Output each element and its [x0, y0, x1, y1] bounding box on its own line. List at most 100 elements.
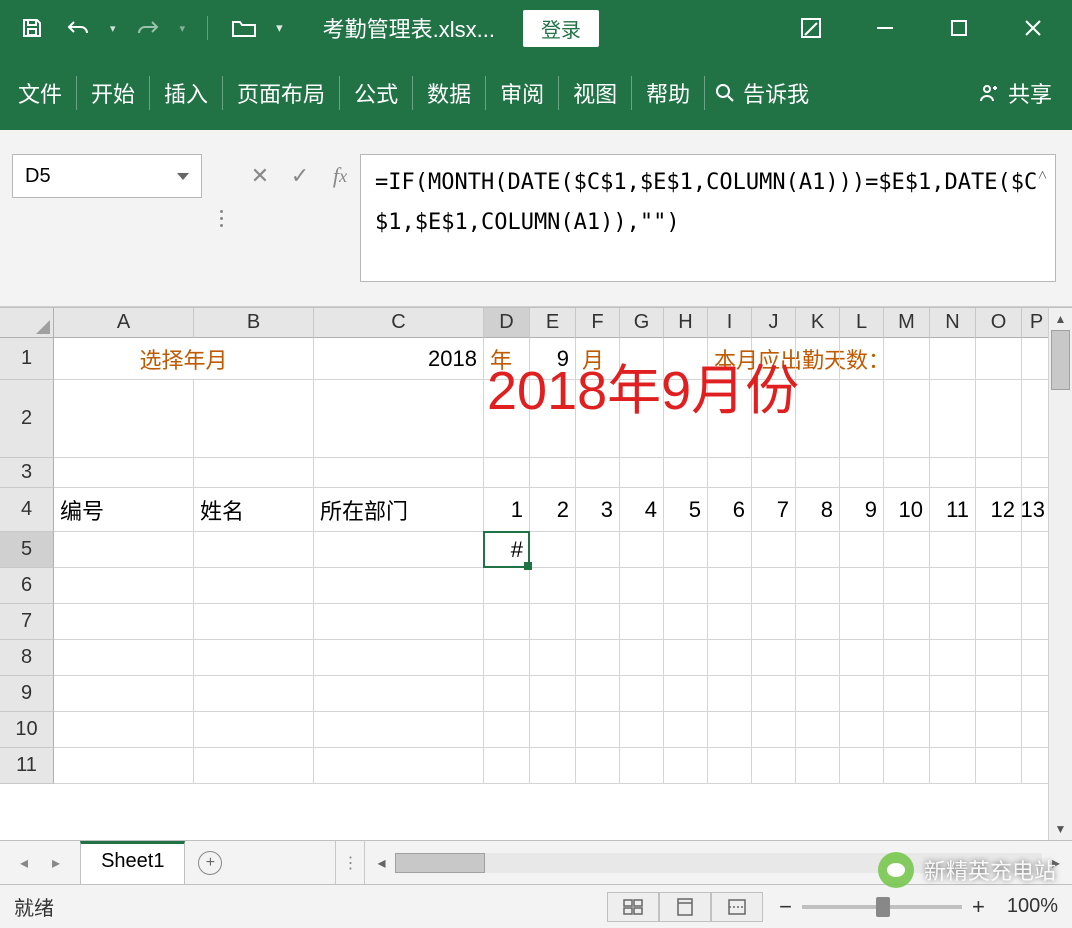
cell-A3[interactable] [54, 458, 194, 488]
cell-C2[interactable] [314, 380, 484, 458]
cell-K9[interactable] [796, 676, 840, 712]
cell-H9[interactable] [664, 676, 708, 712]
cell-N1[interactable] [930, 338, 976, 380]
cell-H3[interactable] [664, 458, 708, 488]
cell-L9[interactable] [840, 676, 884, 712]
cell-A2[interactable] [54, 380, 194, 458]
cell-J9[interactable] [752, 676, 796, 712]
view-page-break-icon[interactable] [711, 892, 763, 922]
tab-scroll-right-icon[interactable]: ▸ [52, 853, 60, 873]
row-header-2[interactable]: 2 [0, 380, 54, 458]
cell-I11[interactable] [708, 748, 752, 784]
row-header-4[interactable]: 4 [0, 488, 54, 532]
cell-H2[interactable] [664, 380, 708, 458]
cell-K11[interactable] [796, 748, 840, 784]
row-header-3[interactable]: 3 [0, 458, 54, 488]
zoom-slider-thumb[interactable] [876, 897, 890, 917]
row-header-8[interactable]: 8 [0, 640, 54, 676]
tab-scroll-left-icon[interactable]: ◂ [20, 853, 28, 873]
column-header-C[interactable]: C [314, 308, 484, 338]
tell-me-search[interactable]: 告诉我 [715, 77, 809, 109]
cell-O4[interactable]: 12 [976, 488, 1022, 532]
cell-D9[interactable] [484, 676, 530, 712]
cell-N8[interactable] [930, 640, 976, 676]
open-folder-icon[interactable] [230, 14, 258, 42]
cell-A4[interactable]: 编号 [54, 488, 194, 532]
column-header-G[interactable]: G [620, 308, 664, 338]
row-header-10[interactable]: 10 [0, 712, 54, 748]
cell-C5[interactable] [314, 532, 484, 568]
undo-dropdown-icon[interactable]: ▾ [110, 22, 116, 35]
cell-H8[interactable] [664, 640, 708, 676]
cell-H5[interactable] [664, 532, 708, 568]
column-header-D[interactable]: D [484, 308, 530, 338]
zoom-in-button[interactable]: + [972, 894, 985, 920]
view-page-layout-icon[interactable] [659, 892, 711, 922]
qat-customize-icon[interactable]: ▾ [276, 20, 283, 36]
name-box-dropdown-icon[interactable] [177, 173, 189, 180]
cell-N9[interactable] [930, 676, 976, 712]
cell-A9[interactable] [54, 676, 194, 712]
column-header-F[interactable]: F [576, 308, 620, 338]
cell-K10[interactable] [796, 712, 840, 748]
tab-view[interactable]: 视图 [565, 69, 625, 117]
cell-B4[interactable]: 姓名 [194, 488, 314, 532]
cell-M11[interactable] [884, 748, 930, 784]
cell-M1[interactable] [884, 338, 930, 380]
cell-J1[interactable] [752, 338, 796, 380]
cell-F7[interactable] [576, 604, 620, 640]
cell-J2[interactable] [752, 380, 796, 458]
cell-J8[interactable] [752, 640, 796, 676]
cell-M5[interactable] [884, 532, 930, 568]
cell-G1[interactable] [620, 338, 664, 380]
cell-I2[interactable] [708, 380, 752, 458]
cell-F6[interactable] [576, 568, 620, 604]
cell-K4[interactable]: 8 [796, 488, 840, 532]
cell-D10[interactable] [484, 712, 530, 748]
tab-data[interactable]: 数据 [419, 69, 479, 117]
formula-bar-resize-icon[interactable] [212, 154, 230, 282]
cell-L7[interactable] [840, 604, 884, 640]
cell-F8[interactable] [576, 640, 620, 676]
vertical-scrollbar[interactable]: ▲ ▼ [1048, 308, 1072, 840]
cell-F10[interactable] [576, 712, 620, 748]
column-header-O[interactable]: O [976, 308, 1022, 338]
scroll-right-icon[interactable]: ▸ [1044, 851, 1068, 875]
cell-H4[interactable]: 5 [664, 488, 708, 532]
cell-M6[interactable] [884, 568, 930, 604]
cell-L3[interactable] [840, 458, 884, 488]
cell-G11[interactable] [620, 748, 664, 784]
cell-D3[interactable] [484, 458, 530, 488]
add-sheet-button[interactable]: + [185, 841, 235, 884]
column-header-L[interactable]: L [840, 308, 884, 338]
cell-G6[interactable] [620, 568, 664, 604]
cell-I9[interactable] [708, 676, 752, 712]
tab-review[interactable]: 审阅 [492, 69, 552, 117]
cell-G4[interactable]: 4 [620, 488, 664, 532]
cell-A8[interactable] [54, 640, 194, 676]
cell-J10[interactable] [752, 712, 796, 748]
cell-I5[interactable] [708, 532, 752, 568]
cell-J4[interactable]: 7 [752, 488, 796, 532]
cell-M3[interactable] [884, 458, 930, 488]
column-header-B[interactable]: B [194, 308, 314, 338]
cell-C3[interactable] [314, 458, 484, 488]
cell-N7[interactable] [930, 604, 976, 640]
column-header-N[interactable]: N [930, 308, 976, 338]
cell-G7[interactable] [620, 604, 664, 640]
close-icon[interactable] [1008, 8, 1058, 48]
cell-C11[interactable] [314, 748, 484, 784]
cell-A7[interactable] [54, 604, 194, 640]
cell-E8[interactable] [530, 640, 576, 676]
cell-A1[interactable]: 选择年月 [54, 338, 314, 380]
cell-C4[interactable]: 所在部门 [314, 488, 484, 532]
cell-E2[interactable] [530, 380, 576, 458]
column-header-E[interactable]: E [530, 308, 576, 338]
cell-E4[interactable]: 2 [530, 488, 576, 532]
cell-D8[interactable] [484, 640, 530, 676]
cell-D4[interactable]: 1 [484, 488, 530, 532]
cell-F1[interactable]: 月 [576, 338, 620, 380]
cell-O2[interactable] [976, 380, 1022, 458]
cell-L5[interactable] [840, 532, 884, 568]
row-header-5[interactable]: 5 [0, 532, 54, 568]
